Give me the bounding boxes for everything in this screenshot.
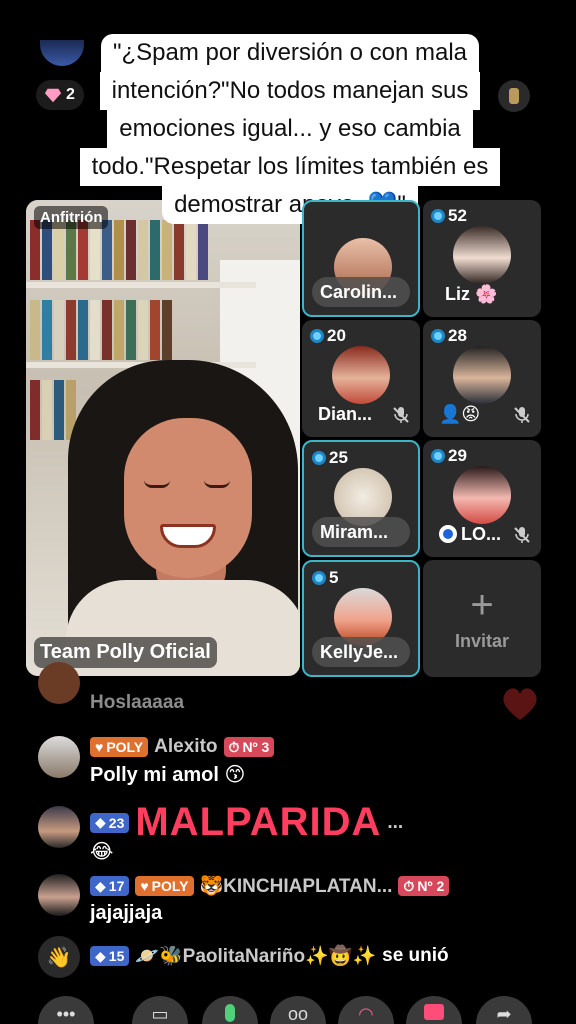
joined-text: se unió xyxy=(382,945,449,966)
chat-avatar[interactable] xyxy=(38,736,80,778)
mic-muted-icon xyxy=(393,407,409,423)
bottom-toolbar: ••• ▭ oo ◠ ➦ xyxy=(0,996,576,1024)
chat-text: Polly mi amol 😙 xyxy=(90,764,246,786)
chat-avatar[interactable] xyxy=(38,874,80,916)
chat-username[interactable]: Alexito xyxy=(154,736,217,758)
caption-overlay: "¿Spam por diversión o con mala intenció… xyxy=(74,34,506,224)
caption-line: intención?"No todos manejan sus xyxy=(99,72,481,110)
guest-score: 20 xyxy=(310,326,346,346)
wave-icon: 👋 xyxy=(38,936,80,978)
chat-avatar[interactable] xyxy=(38,662,80,704)
fan-badge: ♥ POLY xyxy=(135,876,194,896)
share-icon: ➦ xyxy=(496,1004,512,1024)
camera-off-icon: ▭ xyxy=(151,1004,169,1024)
guest-name: Liz 🌸 xyxy=(445,283,498,304)
comment-button[interactable]: ••• xyxy=(38,996,94,1024)
evil-eye-icon xyxy=(439,525,457,543)
invite-button[interactable]: + Invitar xyxy=(423,560,541,677)
chat-text: Hoslaaaaa xyxy=(90,692,185,713)
score-icon xyxy=(431,449,445,463)
guest-score: 25 xyxy=(312,448,348,468)
effects-button[interactable]: ◠ xyxy=(338,996,394,1024)
share-button[interactable]: ➦ xyxy=(476,996,532,1024)
score-icon xyxy=(431,329,445,343)
chat-feed: Hoslaaaaa ♥ POLY Alexito ⏱ Nº 3 Polly mi… xyxy=(0,662,576,984)
score-icon xyxy=(310,329,324,343)
caption-line: todo."Respetar los límites también es xyxy=(79,148,501,186)
level-badge: ◆ 23 xyxy=(90,812,130,833)
score-icon xyxy=(312,451,326,465)
guest-tile[interactable]: 29 LO... xyxy=(423,440,541,557)
level-badge: ◆ 15 xyxy=(90,946,130,966)
host-video[interactable]: Anfitrión Team Polly Oficial xyxy=(26,200,300,676)
guest-name: Carolin... xyxy=(312,277,410,307)
guest-score: 29 xyxy=(431,446,467,466)
fan-badge: ♥ POLY xyxy=(90,737,149,757)
guest-tile[interactable]: 52 Liz 🌸 xyxy=(423,200,541,317)
guest-avatar xyxy=(453,466,511,524)
guest-tile[interactable]: 5 KellyJe... xyxy=(302,560,420,677)
guest-avatar xyxy=(453,226,511,284)
guest-tile[interactable]: 25 Miram... xyxy=(302,440,420,557)
lips-icon: ◠ xyxy=(358,1004,374,1024)
chat-username[interactable]: 🐯KINCHIAPLATAN... xyxy=(200,874,393,898)
guest-score: 52 xyxy=(431,206,467,226)
chat-text: jajajjaja xyxy=(90,902,163,924)
camera-off-button[interactable]: ▭ xyxy=(132,996,188,1024)
guest-name: Miram... xyxy=(312,517,410,547)
comment-icon: ••• xyxy=(56,1004,76,1024)
guest-avatar xyxy=(332,346,390,404)
gem-icon xyxy=(44,88,62,103)
gift-button[interactable] xyxy=(406,996,462,1024)
invite-label: Invitar xyxy=(454,631,510,651)
guest-tile[interactable]: Carolin... xyxy=(302,200,420,317)
plus-icon: + xyxy=(470,583,494,627)
chat-username-suffix: ... xyxy=(387,811,404,833)
caption-line: emociones igual... y eso cambia xyxy=(107,110,473,148)
guest-score: 5 xyxy=(312,568,338,588)
people-icon: oo xyxy=(287,1004,309,1024)
score-icon xyxy=(312,571,326,585)
guest-name: KellyJe... xyxy=(312,637,410,667)
guest-tile[interactable]: 28 👤😡 xyxy=(423,320,541,437)
rank-badge: ⏱ Nº 3 xyxy=(223,737,275,757)
mic-button[interactable] xyxy=(202,996,258,1024)
score-icon xyxy=(431,209,445,223)
caption-line: "¿Spam por diversión o con mala xyxy=(100,34,479,72)
level-badge: ◆ 17 xyxy=(90,876,130,896)
chat-avatar[interactable] xyxy=(38,806,80,848)
guests-button[interactable]: oo xyxy=(270,996,326,1024)
gift-icon xyxy=(424,1004,444,1020)
rank-badge: ⏱ Nº 2 xyxy=(398,876,450,896)
highlight-overlay-text: MALPARIDA xyxy=(135,800,382,844)
guest-avatar xyxy=(453,346,511,404)
chat-username[interactable]: 🪐🐝PaolitaNariño✨🤠✨ xyxy=(135,944,376,968)
guest-tile[interactable]: 20 Dian... xyxy=(302,320,420,437)
mic-muted-icon xyxy=(514,527,530,543)
mic-icon xyxy=(225,1004,235,1022)
mic-muted-icon xyxy=(514,407,530,423)
guest-score: 28 xyxy=(431,326,467,346)
